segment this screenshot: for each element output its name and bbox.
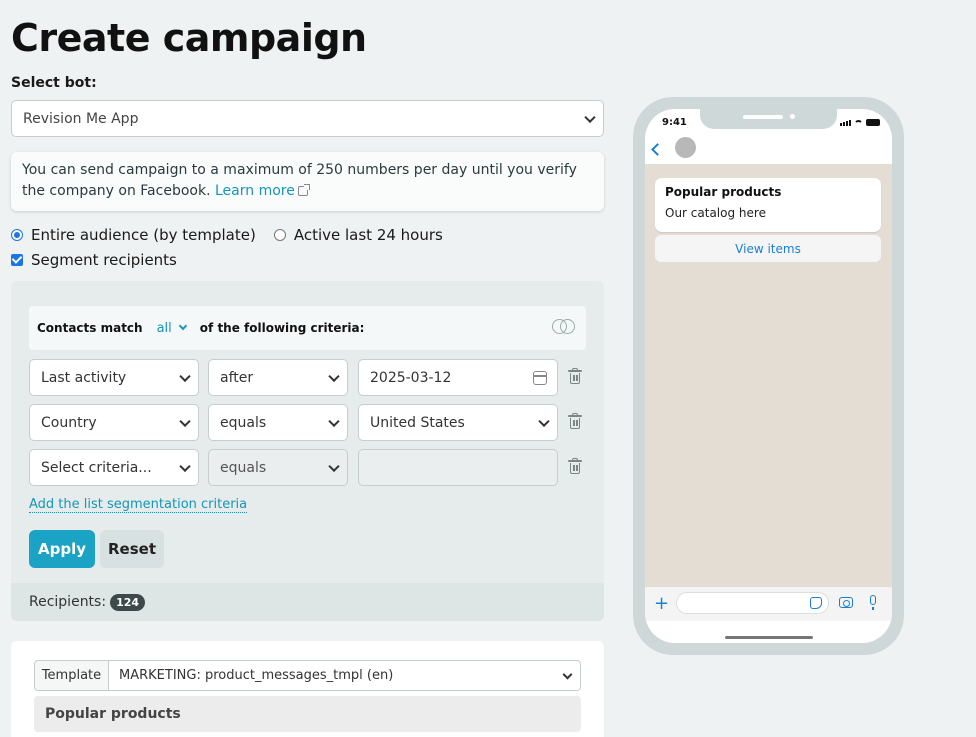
avatar: [675, 137, 696, 158]
chevron-down-icon: [328, 370, 340, 382]
recipients-count-badge: 124: [110, 593, 146, 611]
criteria-field-value: Country: [41, 414, 97, 431]
criteria-operator-select[interactable]: after: [208, 359, 348, 396]
phone-preview: 9:41 Popular products Our catalog here V…: [633, 97, 904, 655]
audience-radio-group: Entire audience (by template) Active las…: [11, 226, 461, 244]
chevron-down-icon: [562, 669, 573, 680]
criteria-value-select[interactable]: United States: [358, 404, 558, 441]
match-suffix: of the following criteria:: [199, 321, 365, 335]
phone-screen: 9:41 Popular products Our catalog here V…: [645, 109, 892, 643]
template-row: Template MARKETING: product_messages_tmp…: [34, 660, 581, 691]
status-time: 9:41: [662, 117, 687, 128]
radio-entire-audience[interactable]: [11, 229, 23, 241]
radio-entire-audience-label[interactable]: Entire audience (by template): [31, 226, 256, 244]
home-indicator: [725, 636, 813, 639]
bot-label: Select bot:: [11, 75, 97, 91]
chat-input-bar: +: [645, 587, 892, 621]
criteria-field-value: Select criteria...: [41, 459, 152, 476]
segmentation-panel: Contacts match all of the following crit…: [11, 281, 604, 621]
external-link-icon: [297, 184, 310, 196]
chat-header: [645, 137, 892, 165]
criteria-operator-value: after: [220, 369, 254, 386]
bot-select[interactable]: Revision Me App: [11, 100, 604, 137]
template-header-field[interactable]: Popular products: [34, 696, 581, 732]
criteria-operator-value: equals: [220, 459, 267, 476]
chat-background: Popular products Our catalog here View i…: [645, 164, 892, 587]
criteria-operator-select[interactable]: equals: [208, 404, 348, 441]
match-bar: Contacts match all of the following crit…: [29, 306, 586, 350]
chevron-down-icon: [179, 370, 191, 382]
template-label: Template: [34, 660, 109, 691]
battery-icon: [866, 119, 880, 126]
template-panel: Template MARKETING: product_messages_tmp…: [11, 641, 604, 737]
criteria-value: United States: [370, 414, 465, 431]
back-chevron-icon: [651, 143, 664, 156]
match-prefix: Contacts match: [37, 321, 143, 335]
segment-recipients-row: Segment recipients: [11, 251, 177, 269]
segment-recipients-label[interactable]: Segment recipients: [31, 251, 177, 269]
message-body: Our catalog here: [665, 206, 766, 220]
add-criteria-link[interactable]: Add the list segmentation criteria: [29, 497, 248, 513]
learn-more-link[interactable]: Learn more: [215, 183, 310, 199]
criteria-field-select[interactable]: Country: [29, 404, 199, 441]
trash-icon[interactable]: [568, 413, 582, 430]
chevron-down-icon: [538, 415, 550, 427]
radio-active-24h-label[interactable]: Active last 24 hours: [294, 226, 443, 244]
chevron-down-icon: [584, 111, 596, 123]
criteria-date-value: 2025-03-12: [370, 369, 452, 386]
phone-notch: [700, 109, 837, 129]
criteria-operator-select: equals: [208, 449, 348, 486]
template-select-value: MARKETING: product_messages_tmpl (en): [119, 668, 394, 683]
bot-select-value: Revision Me App: [23, 110, 139, 127]
chevron-down-icon: [328, 415, 340, 427]
recipients-label: Recipients:: [29, 594, 107, 610]
criteria-field-select[interactable]: Last activity: [29, 359, 199, 396]
trash-icon[interactable]: [568, 368, 582, 385]
chevron-down-icon: [179, 460, 191, 472]
calendar-icon[interactable]: [533, 371, 547, 385]
message-title: Popular products: [665, 185, 782, 199]
trash-icon[interactable]: [568, 458, 582, 475]
criteria-operator-value: equals: [220, 414, 267, 431]
chevron-down-icon: [179, 415, 191, 427]
recipients-bar: Recipients: 124: [11, 583, 604, 621]
status-icons: [840, 119, 880, 126]
chevron-down-icon: [328, 460, 340, 472]
wifi-icon: [854, 120, 863, 126]
reset-button[interactable]: Reset: [100, 530, 164, 568]
template-select[interactable]: MARKETING: product_messages_tmpl (en): [109, 660, 581, 691]
match-mode-dropdown[interactable]: all: [157, 321, 172, 336]
view-items-button: View items: [655, 235, 881, 262]
chevron-down-icon[interactable]: [178, 321, 188, 331]
plus-icon: +: [654, 593, 670, 614]
signal-icon: [840, 120, 851, 126]
sticker-icon: [810, 597, 822, 609]
criteria-date-input[interactable]: 2025-03-12: [358, 359, 558, 396]
verification-notice: You can send campaign to a maximum of 25…: [11, 152, 604, 211]
segment-recipients-checkbox[interactable]: [11, 254, 23, 266]
criteria-field-select[interactable]: Select criteria...: [29, 449, 199, 486]
camera-icon: [839, 597, 853, 608]
microphone-icon: [870, 595, 876, 610]
criteria-field-value: Last activity: [41, 369, 127, 386]
venn-icon[interactable]: [552, 319, 576, 335]
radio-active-24h[interactable]: [273, 229, 286, 241]
criteria-value-input: [358, 449, 558, 486]
message-bubble: Popular products Our catalog here: [655, 178, 881, 232]
apply-button[interactable]: Apply: [29, 530, 95, 568]
message-input: [676, 592, 829, 614]
page-title: Create campaign: [11, 16, 367, 60]
